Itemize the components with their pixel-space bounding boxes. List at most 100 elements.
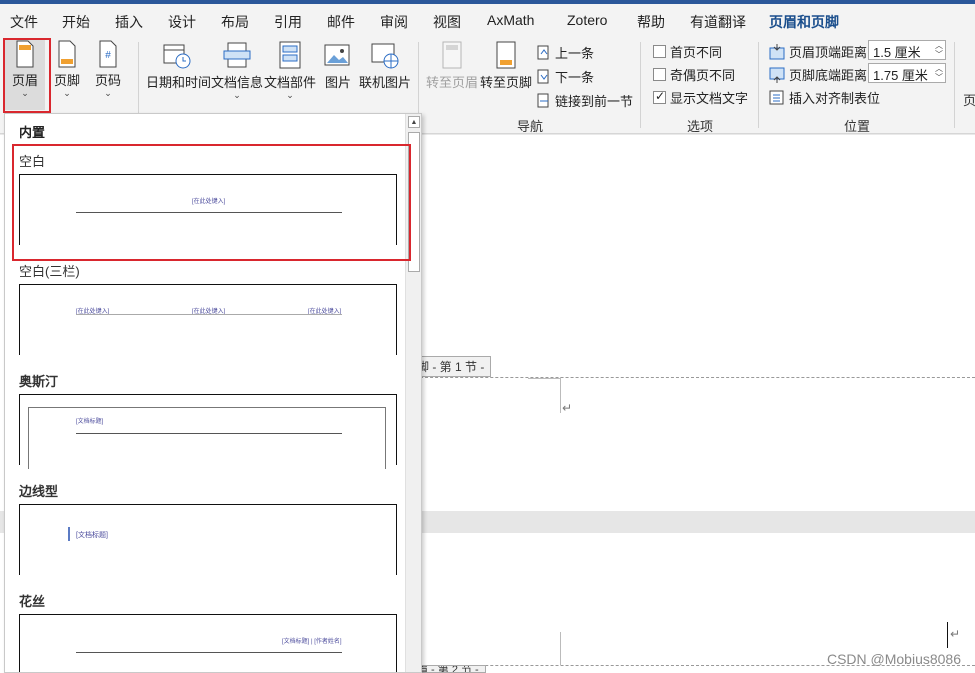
- gallery-scrollbar[interactable]: ▲: [405, 114, 421, 672]
- picture-button[interactable]: 图片: [320, 40, 356, 91]
- tab-axmath[interactable]: AxMath: [487, 12, 534, 28]
- divider: [954, 42, 955, 128]
- header-icon: [16, 40, 34, 68]
- footer-section-tag: 脚 - 第 1 节 -: [410, 356, 492, 377]
- footer-button[interactable]: 页脚 ⌄: [50, 40, 84, 98]
- goto-footer-button[interactable]: 转至页脚: [480, 40, 532, 91]
- placeholder-text: [文档标题]: [76, 532, 108, 539]
- document-info-icon: [223, 42, 251, 68]
- goto-footer-label: 转至页脚: [480, 75, 533, 90]
- placeholder-text: [文档标题]: [76, 419, 104, 425]
- picture-icon: [324, 44, 350, 66]
- next-icon: [537, 69, 549, 83]
- online-picture-button[interactable]: 联机图片: [359, 40, 411, 91]
- gallery-item-sideline[interactable]: [文档标题]: [19, 504, 397, 575]
- svg-text:#: #: [105, 50, 111, 61]
- tab-help[interactable]: 帮助: [637, 12, 665, 32]
- goto-header-button[interactable]: 转至页眉: [426, 40, 478, 91]
- tab-header-footer[interactable]: 页眉和页脚: [769, 12, 839, 39]
- gallery-item-austin-label: 奥斯汀: [19, 374, 59, 389]
- tab-view[interactable]: 视图: [433, 12, 461, 32]
- options-group-label: 选项: [687, 119, 714, 134]
- gallery-item-filigree[interactable]: [文档标题] | [作者姓名]: [19, 614, 397, 672]
- link-previous-label: 链接到前一节: [555, 94, 634, 109]
- link-icon: [537, 93, 549, 107]
- placeholder-text: [文档标题] | [作者姓名]: [282, 639, 342, 645]
- calendar-clock-icon: [163, 44, 191, 69]
- tab-home[interactable]: 开始: [62, 12, 90, 32]
- chevron-down-icon: ⌄: [21, 88, 29, 98]
- checkbox-box: [653, 45, 666, 58]
- watermark: CSDN @Mobius8086: [826, 651, 961, 667]
- doc-info-button[interactable]: 文档信息 ⌄: [211, 40, 263, 100]
- margin-corner-line: [528, 378, 560, 379]
- cutoff-group-label: 页: [963, 93, 975, 108]
- scroll-thumb[interactable]: [408, 132, 420, 272]
- placeholder-text: [在此处键入]: [192, 199, 226, 205]
- margin-corner-line: [560, 377, 561, 413]
- picture-label: 图片: [324, 75, 351, 90]
- page-number-button[interactable]: # 页码 ⌄: [91, 40, 125, 98]
- different-odd-even-label: 奇偶页不同: [670, 68, 736, 83]
- chevron-down-icon: ⌄: [233, 90, 241, 100]
- header-top-label: 页眉顶端距离:: [789, 45, 871, 60]
- gallery-item-sideline-label: 边线型: [19, 484, 59, 499]
- gallery-item-austin[interactable]: [文档标题]: [19, 394, 397, 469]
- header-gallery-dropdown: 内置 空白 [在此处键入] 空白(三栏) [在此处键入] [在此处键入] [在此…: [4, 113, 422, 673]
- online-picture-icon: [371, 43, 399, 69]
- tab-mailings[interactable]: 邮件: [327, 12, 355, 32]
- insert-align-tab-label: 插入对齐制表位: [789, 91, 881, 106]
- footer-boundary-line: [410, 377, 975, 378]
- next-label: 下一条: [555, 70, 595, 85]
- tab-layout[interactable]: 布局: [221, 12, 249, 32]
- tab-references[interactable]: 引用: [274, 12, 302, 32]
- previous-button[interactable]: 上一条: [537, 43, 594, 62]
- tab-review[interactable]: 审阅: [380, 12, 408, 32]
- footer-bottom-input[interactable]: 1.75 厘米 ︿ ﹀: [868, 63, 946, 83]
- gallery-item-blank-three[interactable]: [在此处键入] [在此处键入] [在此处键入]: [19, 284, 397, 355]
- footer-bottom-label: 页脚底端距离:: [789, 68, 871, 83]
- header-top-icon: [769, 43, 785, 59]
- gallery-item-blank[interactable]: [在此处键入]: [19, 174, 397, 245]
- paragraph-mark: ↵: [562, 401, 573, 415]
- header-rule: [76, 433, 342, 434]
- position-group-label: 位置: [844, 119, 871, 134]
- different-first-page-checkbox[interactable]: 首页不同: [653, 42, 722, 61]
- tab-zotero[interactable]: Zotero: [567, 12, 607, 28]
- doc-parts-label: 文档部件: [264, 75, 317, 90]
- gallery-item-blank-three-label: 空白(三栏): [19, 264, 80, 279]
- next-button[interactable]: 下一条: [537, 67, 594, 86]
- tab-youdao[interactable]: 有道翻译: [690, 12, 746, 32]
- previous-icon: [537, 45, 549, 59]
- checkbox-box: [653, 68, 666, 81]
- doc-parts-button[interactable]: 文档部件 ⌄: [264, 40, 316, 100]
- link-previous-button[interactable]: 链接到前一节: [537, 91, 633, 110]
- show-doc-text-checkbox[interactable]: 显示文档文字: [653, 88, 748, 107]
- different-odd-even-checkbox[interactable]: 奇偶页不同: [653, 65, 735, 84]
- footer-icon: [58, 40, 76, 68]
- scroll-up-icon[interactable]: ▲: [408, 116, 420, 128]
- document-parts-icon: [279, 41, 301, 69]
- tab-design[interactable]: 设计: [168, 12, 196, 32]
- header-top-distance: 页眉顶端距离:: [769, 42, 871, 61]
- insert-align-tab-button[interactable]: 插入对齐制表位: [769, 88, 880, 107]
- spinner-arrows-icon[interactable]: ︿ ﹀: [935, 41, 943, 59]
- footer-bottom-distance: 页脚底端距离:: [769, 65, 871, 84]
- spinner-arrows-icon[interactable]: ︿ ﹀: [935, 64, 943, 82]
- header-rule: [76, 314, 342, 315]
- tab-insert[interactable]: 插入: [115, 12, 143, 32]
- tab-file[interactable]: 文件: [10, 12, 38, 32]
- footer-bottom-icon: [769, 67, 785, 83]
- header-top-input[interactable]: 1.5 厘米 ︿ ﹀: [868, 40, 946, 60]
- builtin-heading: 内置: [19, 125, 46, 140]
- goto-header-icon: [442, 41, 462, 69]
- show-doc-text-label: 显示文档文字: [670, 91, 749, 106]
- header-rule: [76, 652, 342, 653]
- gallery-item-filigree-label: 花丝: [19, 594, 46, 609]
- date-time-label: 日期和时间: [146, 75, 212, 90]
- date-time-button[interactable]: 日期和时间: [146, 40, 212, 91]
- online-picture-label: 联机图片: [359, 75, 412, 90]
- chevron-down-icon: ⌄: [104, 88, 112, 98]
- footer-label: 页脚: [53, 73, 80, 88]
- header-button[interactable]: 页眉 ⌄: [5, 40, 45, 110]
